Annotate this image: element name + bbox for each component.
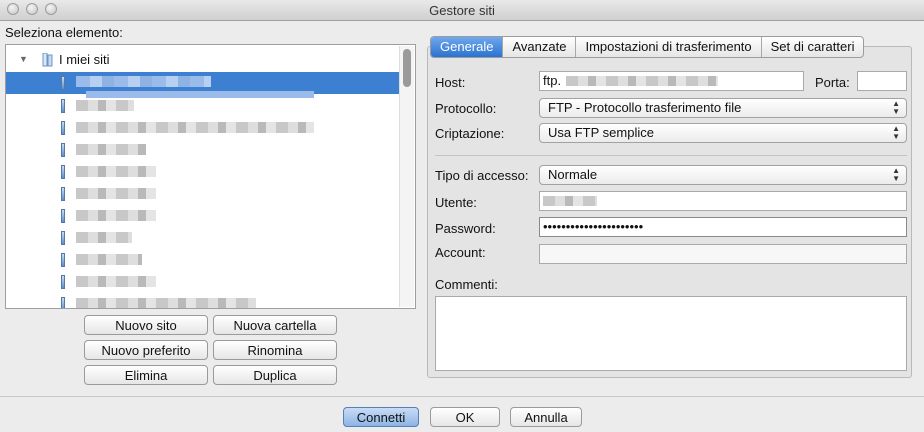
encryption-select[interactable]: Usa FTP semplice ▲ ▼ [539, 123, 907, 143]
comments-textarea[interactable] [435, 296, 907, 371]
delete-button[interactable]: Elimina [84, 365, 208, 385]
access-type-label: Tipo di accesso: [435, 168, 529, 183]
tree-scrollbar[interactable] [399, 46, 414, 307]
scrollbar-thumb[interactable] [403, 49, 411, 87]
redacted-username [543, 196, 597, 206]
title-bar: Gestore siti [0, 0, 924, 21]
server-icon [61, 275, 65, 289]
redacted-site-name [76, 210, 156, 221]
password-input[interactable]: •••••••••••••••••••••• [539, 217, 907, 237]
server-icon [61, 143, 65, 157]
new-site-button[interactable]: Nuovo sito [84, 315, 208, 335]
redacted-site-name [76, 100, 134, 111]
comments-label: Commenti: [435, 277, 498, 292]
port-input[interactable] [857, 71, 907, 91]
tab-advanced[interactable]: Avanzate [503, 37, 577, 57]
host-value: ftp. [543, 73, 562, 88]
server-icon [61, 231, 65, 245]
duplicate-button[interactable]: Duplica [213, 365, 337, 385]
protocol-label: Protocollo: [435, 101, 497, 116]
port-label: Porta: [815, 75, 850, 90]
connect-button[interactable]: Connetti [343, 407, 419, 427]
redacted-site-name [76, 232, 132, 243]
disclosure-triangle-icon[interactable]: ▼ [19, 54, 28, 64]
tree-site-item[interactable] [6, 293, 400, 308]
server-icon [61, 76, 65, 90]
redacted-site-name [76, 144, 146, 155]
stepper-arrows-icon: ▲ ▼ [892, 99, 900, 116]
host-input[interactable]: ftp. [539, 71, 804, 91]
server-icon [61, 187, 65, 201]
section-divider [435, 155, 907, 156]
tree-site-item[interactable] [6, 95, 400, 117]
access-type-value: Normale [548, 167, 598, 182]
redacted-site-name [76, 298, 256, 308]
redacted-site-name [76, 254, 142, 265]
redacted-site-name [76, 76, 211, 87]
redacted-host [566, 76, 718, 86]
protocol-value: FTP - Protocollo trasferimento file [548, 100, 742, 115]
tab-bar: Generale Avanzate Impostazioni di trasfe… [430, 36, 865, 58]
host-label: Host: [435, 75, 466, 90]
stepper-arrows-icon: ▲ ▼ [892, 124, 900, 141]
tree-site-item[interactable] [6, 117, 400, 139]
server-icon [61, 165, 65, 179]
user-input[interactable] [539, 191, 907, 211]
tree-site-item[interactable] [6, 249, 400, 271]
server-icon [61, 99, 65, 113]
server-icon [61, 253, 65, 267]
new-folder-button[interactable]: Nuova cartella [213, 315, 337, 335]
tree-site-item[interactable] [6, 227, 400, 249]
redacted-site-name [76, 276, 156, 287]
cancel-button[interactable]: Annulla [510, 407, 582, 427]
sites-folder-icon [42, 53, 53, 67]
account-label: Account: [435, 245, 486, 260]
redacted-site-name [76, 188, 156, 199]
server-icon [61, 209, 65, 223]
tree-root-row[interactable]: ▼ I miei siti [6, 49, 400, 71]
footer-divider [0, 396, 924, 397]
new-bookmark-button[interactable]: Nuovo preferito [84, 340, 208, 360]
tab-transfer-settings[interactable]: Impostazioni di trasferimento [576, 37, 762, 57]
select-element-label: Seleziona elemento: [5, 25, 123, 40]
ok-button[interactable]: OK [430, 407, 500, 427]
tree-site-item[interactable] [6, 205, 400, 227]
server-icon [61, 121, 65, 135]
server-icon [61, 297, 65, 308]
site-tree[interactable]: ▼ I miei siti [5, 44, 416, 309]
encryption-label: Criptazione: [435, 126, 505, 141]
tab-general[interactable]: Generale [431, 37, 504, 57]
window-title: Gestore siti [429, 3, 495, 18]
tree-root-label: I miei siti [59, 52, 110, 67]
redacted-site-name [76, 166, 156, 177]
redacted-site-name [76, 122, 314, 133]
tab-charset[interactable]: Set di caratteri [762, 37, 864, 57]
user-label: Utente: [435, 195, 477, 210]
account-input[interactable] [539, 244, 907, 264]
encryption-value: Usa FTP semplice [548, 125, 654, 140]
tree-site-item[interactable] [6, 139, 400, 161]
tree-site-item[interactable] [6, 271, 400, 293]
rename-button[interactable]: Rinomina [213, 340, 337, 360]
tree-site-item[interactable] [6, 183, 400, 205]
access-type-select[interactable]: Normale ▲ ▼ [539, 165, 907, 185]
stepper-arrows-icon: ▲ ▼ [892, 166, 900, 183]
protocol-select[interactable]: FTP - Protocollo trasferimento file ▲ ▼ [539, 98, 907, 118]
password-label: Password: [435, 221, 496, 236]
tree-site-item[interactable] [6, 161, 400, 183]
